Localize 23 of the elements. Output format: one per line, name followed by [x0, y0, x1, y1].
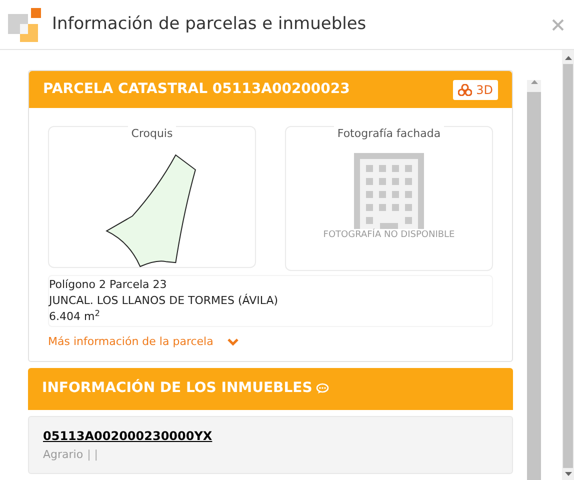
properties-title: INFORMACIÓN DE LOS INMUEBLES — [42, 378, 312, 398]
app-logo-icon — [8, 8, 42, 42]
parcel-detail-line: Polígono 2 Parcela 23 — [49, 277, 168, 293]
chevron-icon — [227, 338, 240, 346]
speech-bubble-icon — [316, 383, 330, 394]
photo-label: Fotografía fachada — [334, 126, 444, 142]
inner-scrollbar[interactable] — [527, 80, 541, 480]
separator-text: | | — [87, 446, 98, 463]
scroll-down-icon — [564, 472, 572, 476]
photo-unavailable-text: FOTOGRAFÍA NO DISPONIBLE — [322, 228, 456, 242]
sketch-label: Croquis — [128, 126, 176, 142]
property-reference-link[interactable]: 05113A002000230000YX — [43, 426, 212, 444]
scroll-up-icon — [530, 80, 538, 84]
window-title: Información de parcelas e inmuebles — [52, 12, 366, 36]
parcel-detail-line: 6.404 m$^{2}$ — [49, 309, 101, 325]
scroll-up-icon — [564, 56, 572, 60]
more-info-link[interactable]: Más información de la parcela — [48, 334, 240, 350]
property-use: Agrario — [43, 446, 84, 462]
3d-button[interactable]: 3D — [453, 80, 498, 100]
cubes-icon — [458, 84, 472, 96]
outer-scrollbar[interactable] — [562, 50, 574, 480]
parcel-title: PARCELA CATASTRAL 05113A00200023 — [43, 80, 350, 99]
parcel-detail-line: JUNCAL. LOS LLANOS DE TORMES (ÁVILA) — [49, 293, 280, 309]
